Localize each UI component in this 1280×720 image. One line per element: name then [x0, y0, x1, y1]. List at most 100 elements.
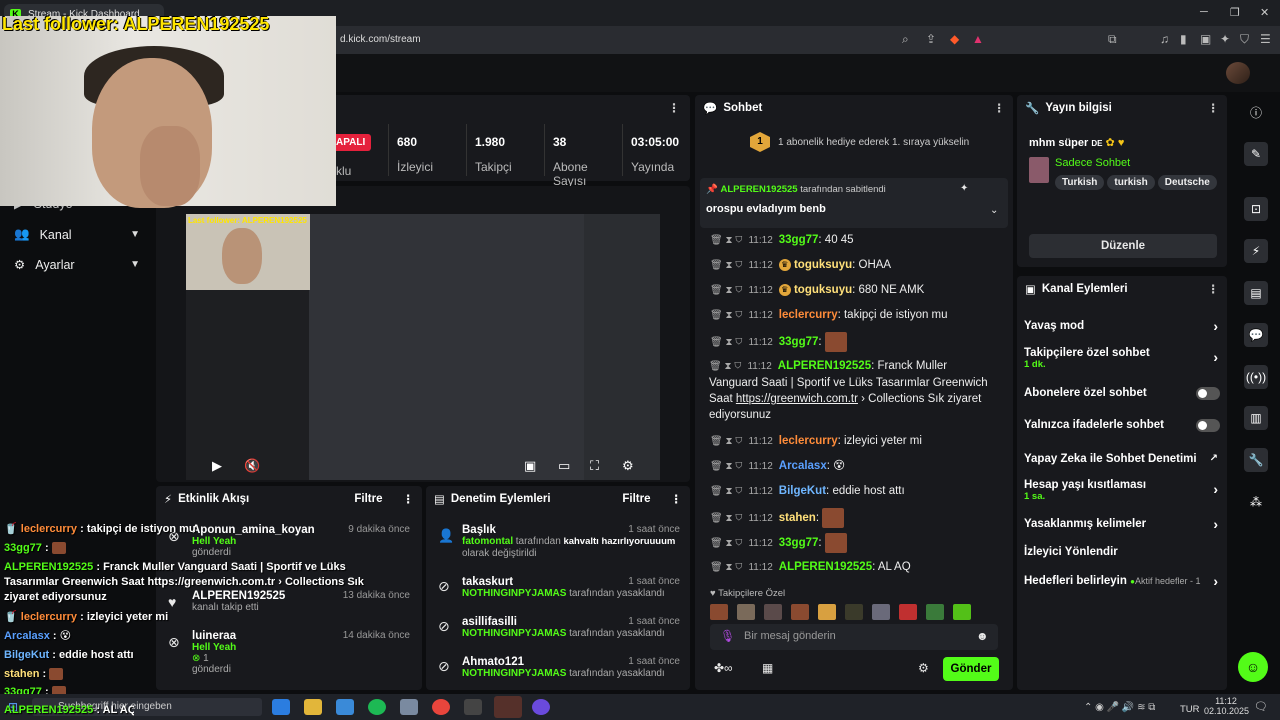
- brave-taskbar-icon[interactable]: [494, 696, 522, 718]
- apps-icon[interactable]: ⁂: [1244, 490, 1268, 514]
- tools-icon[interactable]: 🔧: [1244, 448, 1268, 472]
- action-account-age[interactable]: Hesap yaşı kısıtlaması 1 sa. ›: [1024, 479, 1220, 502]
- wallet-icon[interactable]: ▣: [1200, 32, 1211, 46]
- obs-icon[interactable]: [464, 699, 482, 715]
- leo-icon[interactable]: ✦: [1220, 32, 1230, 46]
- chevron-down-icon[interactable]: ⌄: [990, 205, 998, 216]
- action-goals[interactable]: Hedefleri belirleyin ●Aktif hedefler - 1…: [1024, 573, 1220, 589]
- emote[interactable]: [899, 604, 917, 620]
- action-ai-moderation[interactable]: Yapay Zeka ile Sohbet Denetimi ↗: [1024, 453, 1220, 465]
- mute-icon[interactable]: 🔇: [244, 458, 260, 474]
- category-thumbnail[interactable]: [1029, 157, 1049, 183]
- msg-user[interactable]: leclercurry: [779, 435, 838, 447]
- url-field[interactable]: d.kick.com/stream: [340, 31, 900, 49]
- emote[interactable]: [818, 604, 836, 620]
- emoji-icon[interactable]: ☻: [976, 629, 989, 643]
- emote[interactable]: [737, 604, 755, 620]
- chrome-icon[interactable]: [432, 699, 450, 715]
- action-banned-words[interactable]: Yasaklanmış kelimeler ›: [1024, 516, 1220, 532]
- mod-actor[interactable]: NOTHINGINPYJAMAS: [462, 668, 566, 679]
- activity-filter-button[interactable]: Filtre: [354, 493, 382, 505]
- nav-settings[interactable]: ⚙ Ayarlar ▼: [14, 257, 140, 273]
- moderation-filter-button[interactable]: Filtre: [622, 493, 650, 505]
- avatar[interactable]: [1226, 62, 1250, 84]
- msg-user[interactable]: leclercurry: [779, 309, 838, 321]
- music-icon[interactable]: ♫: [1160, 32, 1169, 46]
- mod-tools-icon[interactable]: 🗑 ⧗ ⛉: [710, 513, 742, 524]
- toggle-switch[interactable]: [1196, 419, 1220, 432]
- msg-user[interactable]: Arcalasx: [779, 460, 827, 472]
- mod-tools-icon[interactable]: 🗑 ⧗ ⛉: [710, 436, 742, 447]
- msg-user[interactable]: ALPEREN192525: [778, 360, 871, 372]
- brave-shield-icon[interactable]: ◆: [950, 32, 959, 46]
- mod-tools-icon[interactable]: 🗑 ⧗ ⛉: [710, 461, 742, 472]
- taskbar-clock[interactable]: 11:12 02.10.2025: [1204, 696, 1249, 716]
- edge-icon[interactable]: [272, 699, 290, 715]
- mod-actor[interactable]: NOTHINGINPYJAMAS: [462, 628, 566, 639]
- play-icon[interactable]: ▶: [212, 458, 222, 474]
- support-chat-icon[interactable]: ☺: [1238, 652, 1268, 682]
- store-icon[interactable]: [336, 699, 354, 715]
- chat-settings-icon[interactable]: ⚙: [918, 661, 929, 675]
- vpn-icon[interactable]: ⛉: [1240, 32, 1249, 47]
- notification-icon[interactable]: 🗨: [1254, 700, 1268, 713]
- chat-input[interactable]: Bir mesaj gönderin: [710, 624, 998, 650]
- settings-gear-icon[interactable]: ⚙: [622, 458, 634, 474]
- discord-icon[interactable]: [532, 699, 550, 715]
- more-icon[interactable]: ⋮: [994, 101, 1006, 115]
- send-button[interactable]: Gönder: [943, 657, 999, 681]
- input-language[interactable]: TUR: [1180, 704, 1200, 715]
- mod-tools-icon[interactable]: 🗑 ⧗ ⛉: [710, 337, 742, 348]
- mod-tools-icon[interactable]: 🗑 ⧗ ⛉: [710, 562, 742, 573]
- menu-icon[interactable]: ☰: [1260, 32, 1271, 46]
- edit-button[interactable]: Düzenle: [1029, 234, 1217, 258]
- msg-user[interactable]: 33gg77: [779, 537, 819, 549]
- theater-icon[interactable]: ▭: [558, 458, 570, 474]
- action-raid[interactable]: İzleyici Yönlendir: [1024, 546, 1220, 558]
- edit-pen-icon[interactable]: ✎: [1244, 142, 1268, 166]
- mod-tools-icon[interactable]: 🗑 ⧗ ⛉: [710, 538, 742, 549]
- msg-user[interactable]: 33gg77: [779, 234, 819, 246]
- sidebar-icon[interactable]: ▮: [1180, 32, 1187, 46]
- action-slow-mode[interactable]: Yavaş mod ›: [1024, 318, 1220, 334]
- more-icon[interactable]: ⋮: [668, 101, 680, 115]
- emote[interactable]: [926, 604, 944, 620]
- gift-box-icon[interactable]: ▦: [762, 661, 773, 675]
- close-icon[interactable]: ✕: [1260, 6, 1269, 19]
- fullscreen-icon[interactable]: ⛶: [590, 458, 599, 474]
- pip-icon[interactable]: ▣: [524, 458, 536, 474]
- tray-icons[interactable]: ⌃ ◉ 🎤 🔊 ≋ ⧉: [1084, 702, 1155, 713]
- stream-preview[interactable]: Last follower: ALPEREN192525: [186, 214, 660, 480]
- maximize-icon[interactable]: ❐: [1230, 6, 1240, 19]
- toggle-switch[interactable]: [1196, 387, 1220, 400]
- lightning-icon[interactable]: ⚡: [1244, 239, 1268, 263]
- more-icon[interactable]: ⋮: [1208, 282, 1220, 296]
- category-link[interactable]: Sadece Sohbet: [1055, 157, 1130, 169]
- msg-user[interactable]: stahen: [779, 512, 816, 524]
- broadcast-icon[interactable]: ((•)): [1244, 365, 1268, 389]
- emote[interactable]: [845, 604, 863, 620]
- action-followers-only[interactable]: Takipçilere özel sohbet 1 dk. ›: [1024, 347, 1220, 370]
- zoom-icon[interactable]: ⌕: [902, 32, 909, 47]
- screenshot-icon[interactable]: ⊡: [1244, 197, 1268, 221]
- pinned-user[interactable]: ALPEREN192525: [720, 184, 797, 195]
- extensions-icon[interactable]: ⧉: [1108, 32, 1117, 47]
- msg-link[interactable]: https://greenwich.com.tr: [736, 393, 858, 405]
- mod-tools-icon[interactable]: 🗑 ⧗ ⛉: [710, 310, 742, 321]
- explorer-icon[interactable]: [304, 699, 322, 715]
- pin-icon[interactable]: ✦: [960, 183, 968, 194]
- calculator-icon[interactable]: [400, 699, 418, 715]
- msg-user[interactable]: toguksuyu: [794, 259, 852, 271]
- spotify-icon[interactable]: [368, 699, 386, 715]
- mod-tools-icon[interactable]: 🗑 ⧗ ⛉: [710, 285, 742, 296]
- emote[interactable]: [953, 604, 971, 620]
- more-icon[interactable]: ⋮: [403, 492, 415, 506]
- more-icon[interactable]: ⋮: [671, 492, 683, 506]
- msg-user[interactable]: toguksuyu: [794, 284, 852, 296]
- rewards-icon[interactable]: ▲: [972, 32, 984, 46]
- emote[interactable]: [791, 604, 809, 620]
- msg-user[interactable]: ALPEREN192525: [779, 561, 872, 573]
- share-icon[interactable]: ⇪: [926, 32, 936, 46]
- mod-actor[interactable]: NOTHINGINPYJAMAS: [462, 588, 566, 599]
- mod-tools-icon[interactable]: 🗑 ⧗ ⛉: [710, 260, 742, 271]
